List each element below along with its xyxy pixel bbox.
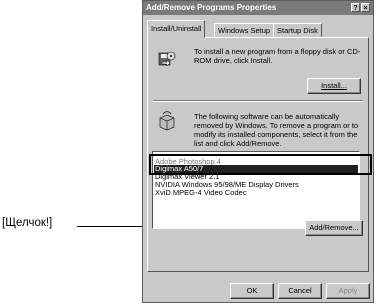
install-disk-icon [158, 51, 176, 67]
click-callout-label: [Щелчок!] [2, 217, 53, 229]
add-remove-button-label: Add/Remove... [309, 223, 359, 232]
close-button[interactable]: × [361, 3, 370, 12]
dialog-title: Add/Remove Programs Properties [146, 3, 277, 12]
add-remove-button[interactable]: Add/Remove... [305, 220, 363, 236]
dialog-title-bar: Add/Remove Programs Properties ? × [143, 1, 373, 15]
tab-windows-setup[interactable]: Windows Setup [214, 23, 275, 37]
list-item[interactable]: XviD MPEG-4 Video Codec [155, 189, 247, 197]
section-divider [153, 100, 363, 102]
install-button-label: Install... [321, 81, 347, 90]
install-button[interactable]: Install... [307, 78, 361, 94]
cancel-button[interactable]: Cancel [278, 283, 322, 299]
remove-software-icon [159, 111, 175, 131]
add-remove-programs-dialog: Add/Remove Programs Properties ? × Insta… [142, 0, 374, 303]
apply-button[interactable]: Apply [326, 283, 370, 299]
install-instructions: To install a new program from a floppy d… [194, 47, 361, 65]
help-button[interactable]: ? [351, 3, 360, 12]
remove-instructions: The following software can be automatica… [194, 112, 359, 148]
tab-startup-disk[interactable]: Startup Disk [273, 23, 322, 37]
tab-install-uninstall[interactable]: Install/Uninstall [147, 20, 206, 38]
selected-program-highlight-frame [149, 154, 372, 175]
ok-button[interactable]: OK [230, 283, 274, 299]
